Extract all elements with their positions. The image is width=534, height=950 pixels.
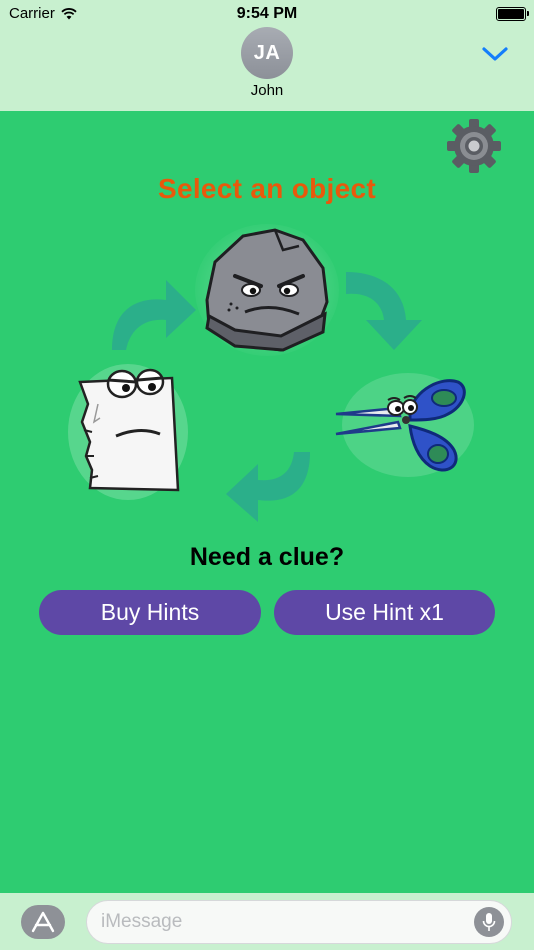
cycle-arrow-icon [346, 272, 422, 350]
cycle-arrow-icon [226, 452, 310, 522]
app-store-button[interactable] [21, 905, 65, 939]
message-input[interactable] [101, 909, 471, 935]
conversation-header: Carrier 9:54 PM JA John [0, 0, 534, 111]
settings-gear-icon[interactable] [444, 116, 504, 176]
microphone-icon [482, 913, 496, 931]
message-field[interactable] [86, 900, 512, 944]
status-time: 9:54 PM [236, 5, 298, 22]
cycle-arrow-icon [112, 280, 196, 350]
use-hint-button[interactable]: Use Hint x1 [274, 590, 495, 635]
battery-icon [496, 7, 529, 21]
chevron-down-icon[interactable] [481, 44, 509, 64]
avatar[interactable]: JA [241, 27, 293, 79]
scissors-object[interactable] [330, 370, 475, 480]
status-bar: Carrier 9:54 PM [0, 0, 534, 28]
microphone-button[interactable] [474, 907, 504, 937]
app-store-icon [31, 911, 55, 933]
paper-object[interactable] [68, 360, 188, 500]
buy-hints-button[interactable]: Buy Hints [39, 590, 261, 635]
rock-object[interactable] [195, 222, 340, 357]
game-title: Select an object [158, 173, 376, 204]
clue-prompt: Need a clue? [189, 543, 345, 571]
contact-name[interactable]: John [0, 82, 534, 99]
